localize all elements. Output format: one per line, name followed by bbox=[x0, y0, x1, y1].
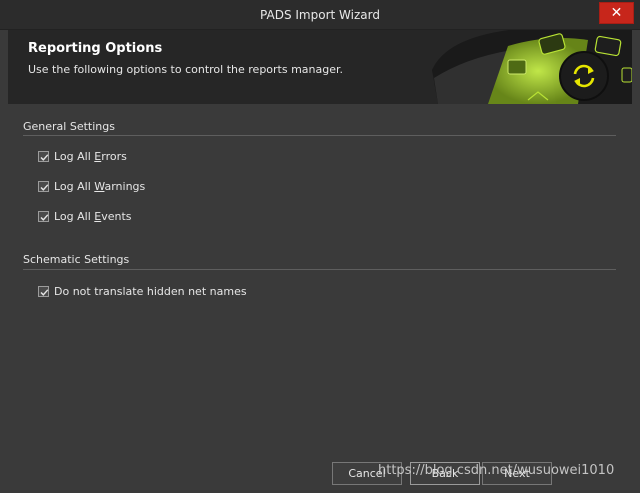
log-errors-checkbox[interactable]: Log All Errors bbox=[38, 149, 127, 163]
section-divider bbox=[23, 135, 616, 136]
log-events-label: Log All Events bbox=[54, 209, 132, 223]
watermark-url: https://blog.csdn.net/wusuowei1010 bbox=[378, 463, 615, 478]
checkbox-box[interactable] bbox=[38, 180, 49, 192]
close-button[interactable]: ✕ bbox=[599, 2, 634, 24]
title-bar: PADS Import Wizard ✕ bbox=[0, 0, 640, 30]
hidden-net-names-label: Do not translate hidden net names bbox=[54, 284, 247, 298]
close-icon: ✕ bbox=[610, 5, 623, 21]
checkbox-box[interactable] bbox=[38, 210, 49, 222]
checkbox-box[interactable] bbox=[38, 285, 49, 297]
hidden-net-names-checkbox[interactable]: Do not translate hidden net names bbox=[38, 284, 247, 298]
page-subtitle: Use the following options to control the… bbox=[28, 63, 344, 76]
checkbox-box[interactable] bbox=[38, 150, 49, 162]
wizard-header: Reporting Options Use the following opti… bbox=[8, 30, 632, 104]
wizard-content: General Settings Log All Errors Log All … bbox=[8, 104, 632, 454]
page-title: Reporting Options bbox=[28, 41, 163, 56]
general-settings-title: General Settings bbox=[23, 120, 115, 133]
log-warnings-label: Log All Warnings bbox=[54, 179, 146, 193]
log-errors-label: Log All Errors bbox=[54, 149, 127, 163]
log-warnings-checkbox[interactable]: Log All Warnings bbox=[38, 179, 145, 193]
section-divider bbox=[23, 269, 616, 270]
schematic-settings-title: Schematic Settings bbox=[23, 253, 130, 266]
window-title: PADS Import Wizard bbox=[260, 8, 380, 22]
log-events-checkbox[interactable]: Log All Events bbox=[38, 209, 132, 223]
